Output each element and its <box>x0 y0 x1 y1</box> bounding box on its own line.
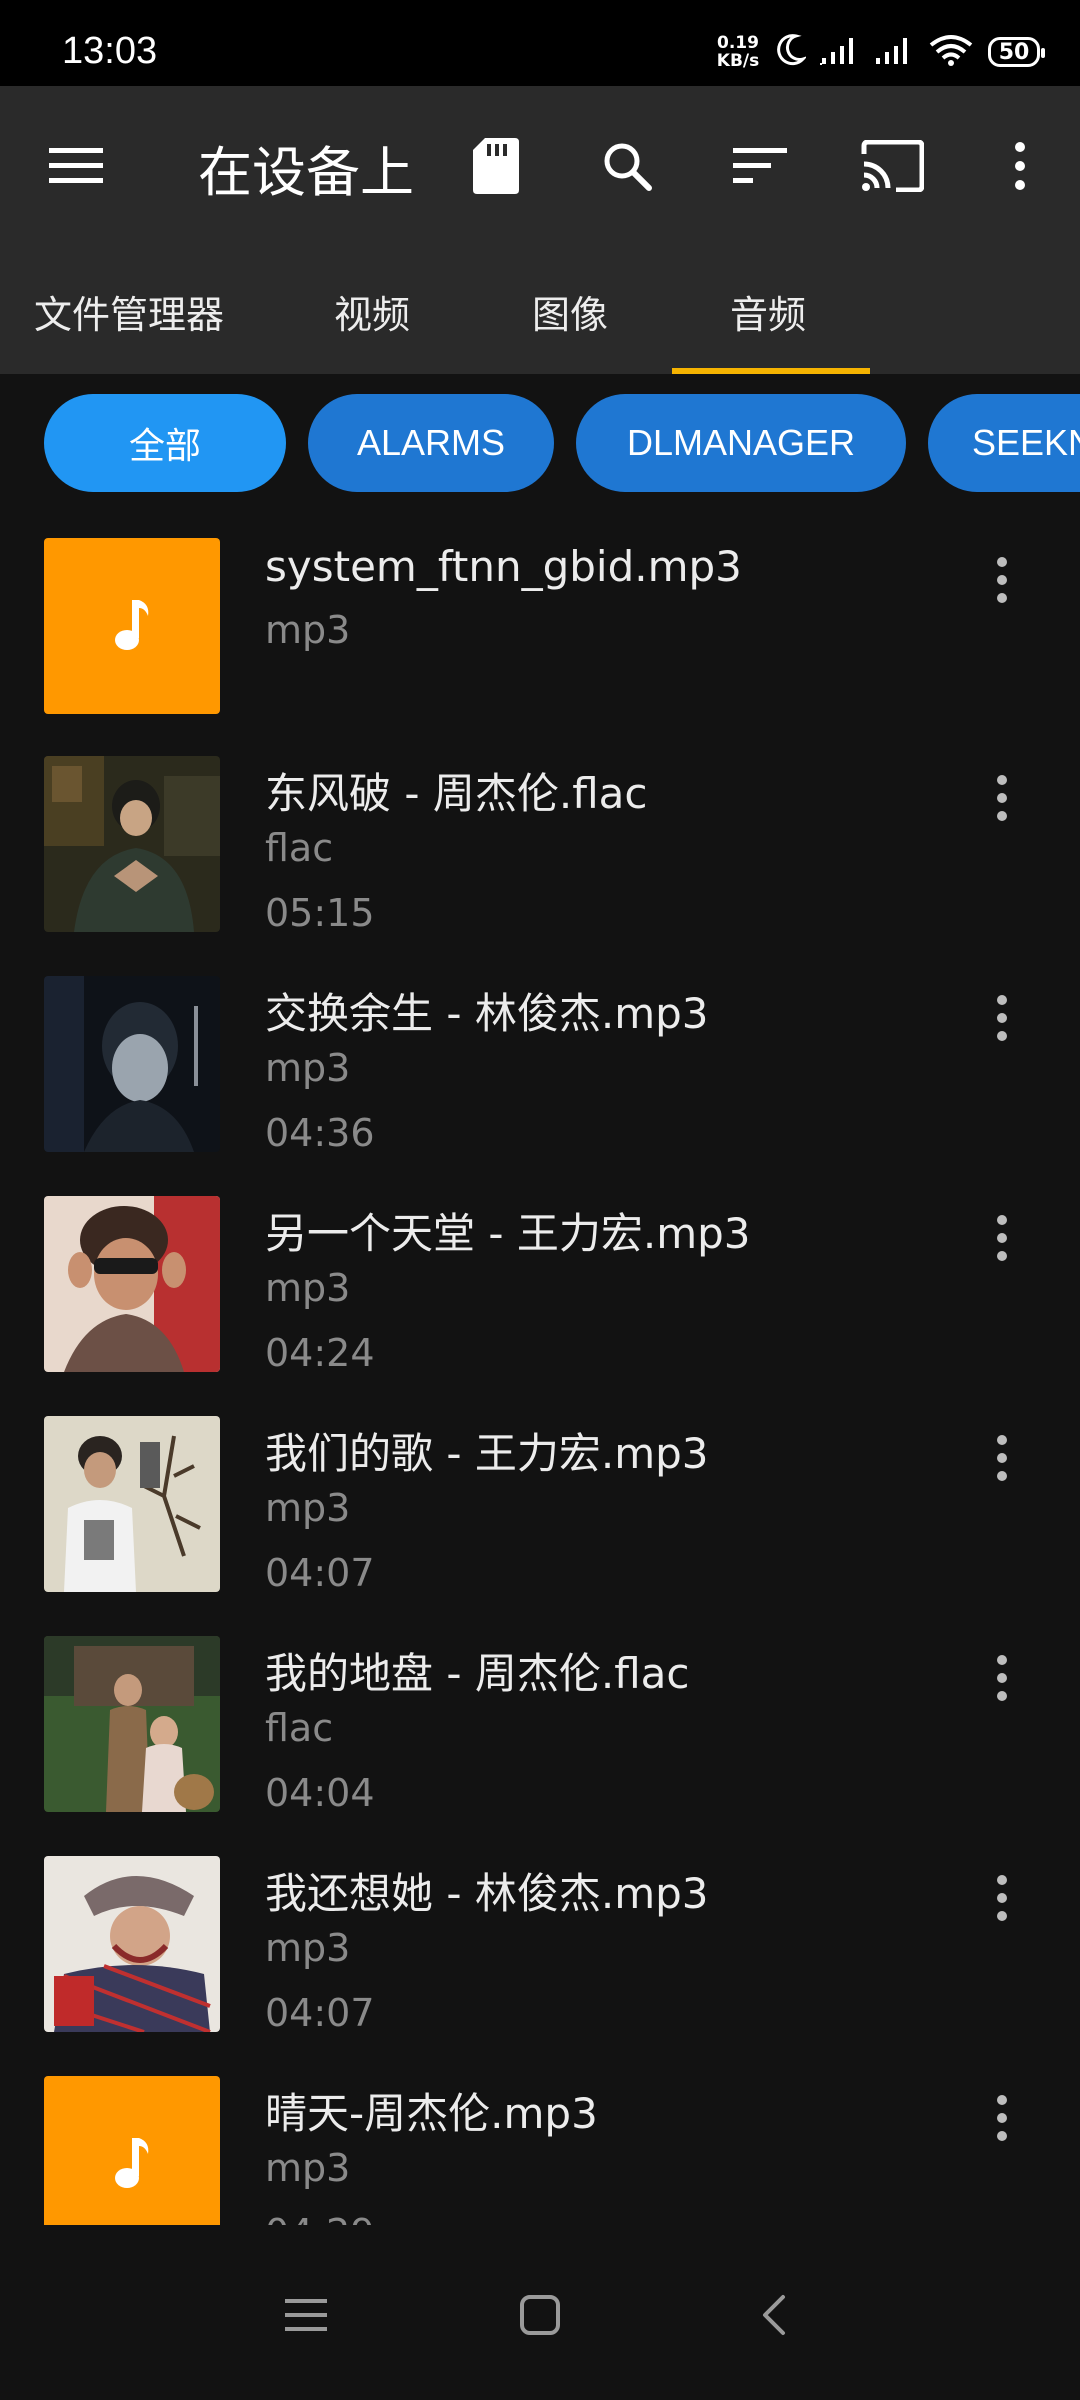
sd-card-icon[interactable] <box>456 126 536 206</box>
network-speed-unit: KB/s <box>716 51 760 71</box>
chip-all[interactable]: 全部 <box>44 394 286 492</box>
file-title: 东风破 - 周杰伦.flac <box>265 769 648 818</box>
file-title: 交换余生 - 林俊杰.mp3 <box>265 989 709 1038</box>
list-item[interactable]: 东风破 - 周杰伦.flac flac 05:15 <box>0 738 1080 958</box>
folder-filter-chips: 全部 ALARMS DLMANAGER SEEKN <box>0 394 1080 494</box>
album-art-thumbnail <box>44 1416 220 1592</box>
app-bar: 在设备上 <box>0 86 1080 246</box>
more-options-icon[interactable] <box>980 126 1060 206</box>
file-duration: 05:15 <box>265 891 375 935</box>
item-more-icon[interactable] <box>980 1208 1024 1268</box>
sort-icon[interactable] <box>720 126 800 206</box>
file-duration: 04:24 <box>265 1331 375 1375</box>
file-title: 我们的歌 - 王力宏.mp3 <box>265 1429 709 1478</box>
item-more-icon[interactable] <box>980 1868 1024 1928</box>
battery-icon: 50 <box>988 37 1045 67</box>
list-item[interactable]: system_ftnn_gbid.mp3 mp3 <box>0 520 1080 740</box>
item-more-icon[interactable] <box>980 1648 1024 1708</box>
recents-menu-icon[interactable] <box>266 2275 346 2355</box>
file-type: mp3 <box>265 1486 351 1530</box>
file-type: mp3 <box>265 1266 351 1310</box>
system-nav-bar <box>0 2225 1080 2400</box>
file-title: 另一个天堂 - 王力宏.mp3 <box>265 1209 751 1258</box>
file-duration: 04:04 <box>265 1771 375 1815</box>
album-art-thumbnail <box>44 976 220 1152</box>
item-more-icon[interactable] <box>980 550 1024 610</box>
file-title: system_ftnn_gbid.mp3 <box>265 542 742 591</box>
wifi-icon <box>928 33 974 71</box>
network-speed: 0.19 KB/s <box>714 34 762 70</box>
cast-icon[interactable] <box>852 126 932 206</box>
file-type: mp3 <box>265 608 351 652</box>
file-title: 我还想她 - 林俊杰.mp3 <box>265 1869 709 1918</box>
tab-audio[interactable]: 音频 <box>730 284 806 339</box>
file-duration: 04:29 <box>265 2211 375 2225</box>
chip-alarms[interactable]: ALARMS <box>308 394 554 492</box>
list-item[interactable]: 我们的歌 - 王力宏.mp3 mp3 04:07 <box>0 1398 1080 1618</box>
file-duration: 04:36 <box>265 1111 375 1155</box>
status-bar: 13:03 0.19 KB/s 50 <box>0 0 1080 86</box>
file-type: mp3 <box>265 1046 351 1090</box>
chip-seekn[interactable]: SEEKN <box>928 394 1080 492</box>
chip-dlmanager[interactable]: DLMANAGER <box>576 394 906 492</box>
menu-icon[interactable] <box>36 126 116 206</box>
music-note-icon <box>44 2076 220 2225</box>
item-more-icon[interactable] <box>980 1428 1024 1488</box>
moon-icon <box>776 33 808 71</box>
album-art-thumbnail <box>44 1196 220 1372</box>
file-type: flac <box>265 826 334 870</box>
file-duration: 04:07 <box>265 1551 375 1595</box>
page-title: 在设备上 <box>198 141 414 204</box>
list-item[interactable]: 交换余生 - 林俊杰.mp3 mp3 04:36 <box>0 958 1080 1178</box>
list-item[interactable]: 晴天-周杰伦.mp3 mp3 04:29 <box>0 2058 1080 2225</box>
item-more-icon[interactable] <box>980 988 1024 1048</box>
audio-file-list: system_ftnn_gbid.mp3 mp3 东风破 - 周杰伦.flac … <box>0 520 1080 2225</box>
album-art-thumbnail <box>44 756 220 932</box>
list-item[interactable]: 另一个天堂 - 王力宏.mp3 mp3 04:24 <box>0 1178 1080 1398</box>
album-art-thumbnail <box>44 1636 220 1812</box>
tab-video[interactable]: 视频 <box>334 284 410 339</box>
album-art-thumbnail <box>44 1856 220 2032</box>
file-type: flac <box>265 1706 334 1750</box>
status-icons: 0.19 KB/s 50 <box>714 30 1045 74</box>
file-type: mp3 <box>265 2146 351 2190</box>
music-note-icon <box>44 538 220 714</box>
back-icon[interactable] <box>734 2275 814 2355</box>
list-item[interactable]: 我的地盘 - 周杰伦.flac flac 04:04 <box>0 1618 1080 1838</box>
tab-indicator <box>672 368 870 374</box>
status-time: 13:03 <box>62 30 158 72</box>
file-type: mp3 <box>265 1926 351 1970</box>
home-icon[interactable] <box>500 2275 580 2355</box>
network-speed-value: 0.19 <box>717 33 759 53</box>
file-duration: 04:07 <box>265 1991 375 2035</box>
file-title: 我的地盘 - 周杰伦.flac <box>265 1649 690 1698</box>
tab-bar: 文件管理器 视频 图像 音频 <box>0 246 1080 374</box>
tab-file-manager[interactable]: 文件管理器 <box>34 284 224 339</box>
file-title: 晴天-周杰伦.mp3 <box>265 2089 598 2138</box>
signal-icon-2 <box>874 34 914 70</box>
list-item[interactable]: 我还想她 - 林俊杰.mp3 mp3 04:07 <box>0 1838 1080 2058</box>
item-more-icon[interactable] <box>980 768 1024 828</box>
item-more-icon[interactable] <box>980 2088 1024 2148</box>
signal-icon <box>820 34 860 70</box>
tab-images[interactable]: 图像 <box>532 284 608 339</box>
search-icon[interactable] <box>587 126 667 206</box>
